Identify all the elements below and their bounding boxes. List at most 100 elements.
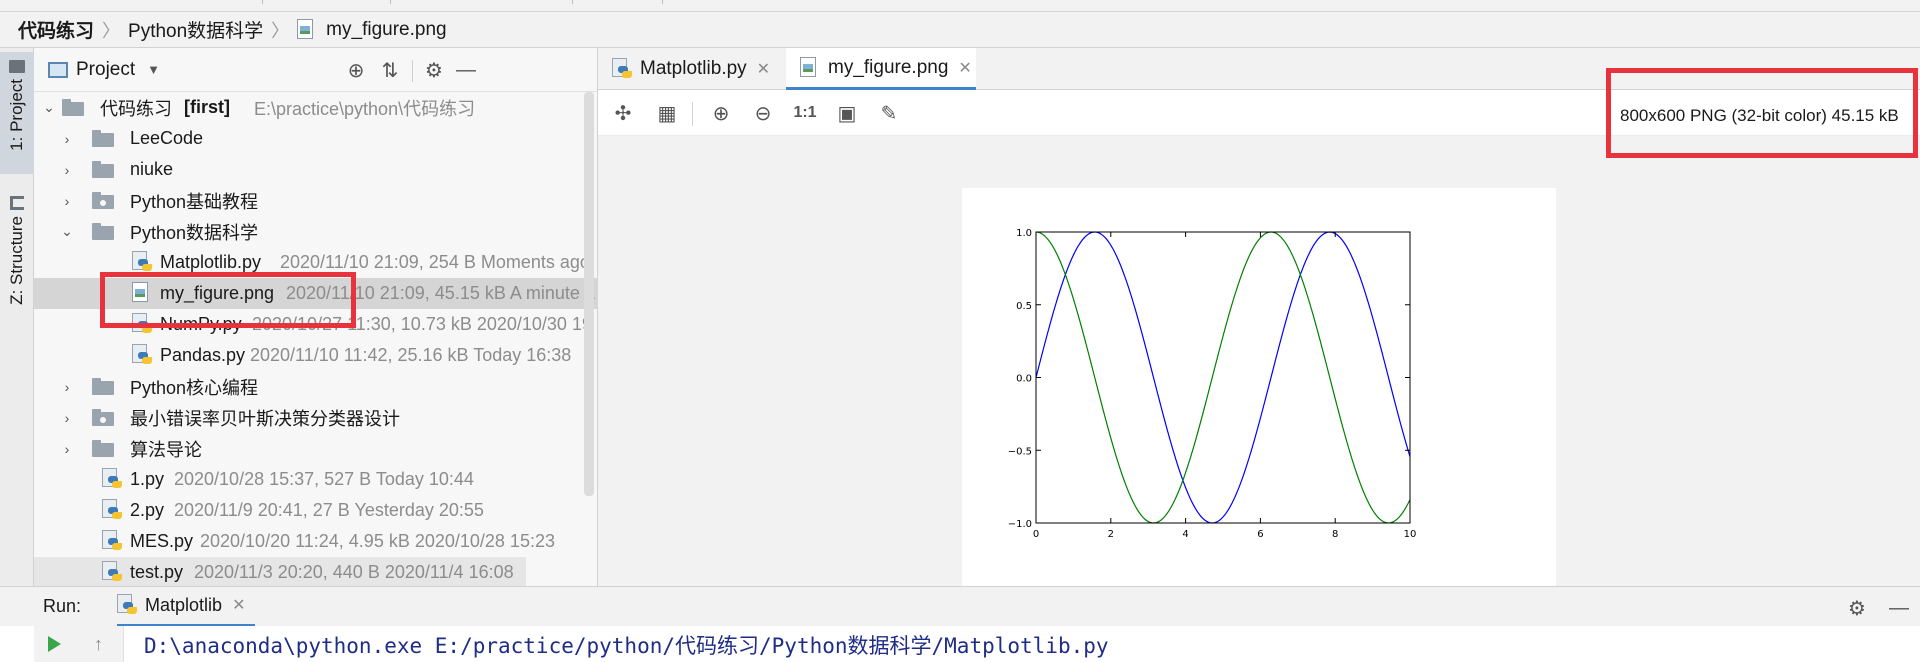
python-file-icon xyxy=(132,344,152,366)
folder-icon xyxy=(92,378,114,395)
fit-to-window-icon[interactable]: ✣ xyxy=(610,100,636,126)
tree-row-folder[interactable]: › Python核心编程 xyxy=(34,371,598,402)
grid-icon[interactable]: ▦ xyxy=(654,100,680,126)
minimize-icon[interactable]: — xyxy=(454,58,478,82)
x-tick-label: 4 xyxy=(1182,529,1188,540)
tab-label: Matplotlib.py xyxy=(640,58,747,79)
image-file-icon xyxy=(800,56,820,79)
actual-size-button[interactable]: 1:1 xyxy=(792,100,818,126)
tree-item-label: Python核心编程 xyxy=(130,377,259,398)
y-tick-label: 0.0 xyxy=(1016,374,1032,385)
chevron-right-icon[interactable]: › xyxy=(60,162,74,178)
breadcrumb-item[interactable]: Python数据科学 xyxy=(128,16,263,43)
tab-matplotlib[interactable]: Matplotlib.py ✕ xyxy=(598,48,784,90)
color-picker-icon[interactable]: ✎ xyxy=(876,100,902,126)
tree-item-label: LeeCode xyxy=(130,128,204,148)
python-file-icon xyxy=(102,561,122,583)
folder-icon xyxy=(92,161,114,178)
project-panel-title[interactable]: Project xyxy=(76,59,135,81)
chevron-right-icon[interactable]: › xyxy=(60,131,74,147)
gear-icon[interactable]: ⚙ xyxy=(422,58,446,82)
locate-icon[interactable]: ⊕ xyxy=(344,58,368,82)
fit-zoom-icon[interactable]: ▣ xyxy=(834,100,860,126)
zoom-out-icon[interactable]: ⊖ xyxy=(750,100,776,126)
close-icon[interactable]: ✕ xyxy=(958,58,971,78)
breadcrumb-item[interactable]: my_figure.png xyxy=(297,18,447,41)
package-folder-icon xyxy=(92,409,114,426)
breadcrumb-item[interactable]: 代码练习 xyxy=(18,16,94,43)
run-label: Run: xyxy=(43,596,82,616)
tree-row-folder[interactable]: › 算法导论 xyxy=(34,433,598,464)
chevron-down-icon[interactable]: ⌄ xyxy=(60,223,74,239)
tree-item-label: 1.py xyxy=(130,469,165,489)
image-file-icon xyxy=(297,18,317,41)
minimize-icon[interactable]: — xyxy=(1886,595,1912,621)
chevron-right-icon[interactable]: › xyxy=(60,379,74,395)
gear-icon[interactable]: ⚙ xyxy=(1844,595,1870,621)
project-scrollbar[interactable] xyxy=(584,92,594,496)
folder-icon xyxy=(62,99,84,116)
tree-item-label: Python基础教程 xyxy=(130,191,259,212)
highlight-box xyxy=(100,272,356,328)
chevron-down-icon[interactable]: ▼ xyxy=(147,62,160,77)
console-command-line: D:\anaconda\python.exe E:/practice/pytho… xyxy=(144,634,1109,658)
zoom-in-icon[interactable]: ⊕ xyxy=(708,100,734,126)
tree-row-package[interactable]: › Python基础教程 xyxy=(34,185,598,216)
x-tick-label: 8 xyxy=(1332,529,1338,540)
play-icon[interactable] xyxy=(48,636,61,652)
line-chart: 0 2 4 6 8 10 1.0 0.5 0.0 −0.5 −1.0 xyxy=(962,188,1556,634)
tree-row-package[interactable]: › 最小错误率贝叶斯决策分类器设计 xyxy=(34,402,598,433)
tree-row-file[interactable]: Pandas.py 2020/11/10 11:42, 25.16 kB Tod… xyxy=(34,340,598,371)
tree-item-meta: 2020/11/3 20:20, 440 B 2020/11/4 16:08 xyxy=(194,562,514,582)
breadcrumb-separator-icon: 〉 xyxy=(102,20,121,41)
tree-item-label: 2.py xyxy=(130,500,165,520)
tree-row-folder[interactable]: › niuke xyxy=(34,154,598,185)
breadcrumb-item-label: my_figure.png xyxy=(326,18,447,40)
python-file-icon xyxy=(612,58,632,80)
python-file-icon xyxy=(102,468,122,490)
tree-row-folder[interactable]: › LeeCode xyxy=(34,123,598,154)
tab-label: my_figure.png xyxy=(828,56,949,78)
run-panel-header: Run: Matplotlib ✕ ⚙ — xyxy=(0,586,1920,627)
python-file-icon xyxy=(102,530,122,552)
chevron-right-icon[interactable]: › xyxy=(60,441,74,457)
tab-my-figure[interactable]: my_figure.png ✕ xyxy=(786,48,976,90)
structure-icon xyxy=(10,196,24,210)
folder-icon xyxy=(9,60,25,73)
run-tab-matplotlib[interactable]: Matplotlib ✕ xyxy=(117,587,256,627)
chevron-right-icon[interactable]: › xyxy=(60,410,74,426)
tree-item-label: niuke xyxy=(130,159,174,179)
chevron-right-icon[interactable]: › xyxy=(60,193,74,209)
folder-icon xyxy=(92,223,114,240)
top-toolbar-strip xyxy=(0,0,1920,12)
toolbar-divider xyxy=(692,102,693,126)
tool-window-project-tab[interactable]: 1: Project xyxy=(0,52,34,174)
close-icon[interactable]: ✕ xyxy=(757,59,770,79)
tree-item-meta: 2020/11/9 20:41, 27 B Yesterday 20:55 xyxy=(174,500,484,520)
arrow-up-icon[interactable]: ↑ xyxy=(94,634,103,655)
tree-item-tag: [first] xyxy=(184,97,230,117)
tree-item-label: Matplotlib.py xyxy=(160,252,262,272)
x-tick-label: 2 xyxy=(1108,529,1114,540)
collapse-all-icon[interactable]: ⇅ xyxy=(378,58,402,82)
header-divider xyxy=(412,60,413,82)
close-icon[interactable]: ✕ xyxy=(232,595,245,615)
image-canvas: 0 2 4 6 8 10 1.0 0.5 0.0 −0.5 −1.0 xyxy=(598,136,1920,634)
tree-row-root[interactable]: ⌄ 代码练习 [first] E:\practice\python\代码练习 xyxy=(34,92,598,123)
tree-row-file[interactable]: 1.py 2020/10/28 15:37, 527 B Today 10:44 xyxy=(34,464,598,495)
python-file-icon xyxy=(102,499,122,521)
tree-row-file[interactable]: test.py 2020/11/3 20:20, 440 B 2020/11/4… xyxy=(34,557,526,588)
tool-window-structure-tab[interactable]: Z: Structure xyxy=(0,188,34,318)
ide-window: 代码练习 〉 Python数据科学 〉 my_figure.png 1: Pro… xyxy=(0,0,1920,662)
tree-row-file[interactable]: 2.py 2020/11/9 20:41, 27 B Yesterday 20:… xyxy=(34,495,598,526)
tree-item-label: Python数据科学 xyxy=(130,222,259,243)
tree-row-folder[interactable]: ⌄ Python数据科学 xyxy=(34,216,598,247)
tree-row-file[interactable]: MES.py 2020/10/20 11:24, 4.95 kB 2020/10… xyxy=(34,526,598,557)
breadcrumb: 代码练习 〉 Python数据科学 〉 my_figure.png xyxy=(0,12,1920,48)
tree-item-meta: 2020/11/10 11:42, 25.16 kB Today 16:38 xyxy=(250,345,572,365)
breadcrumb-separator-icon: 〉 xyxy=(271,20,290,41)
package-folder-icon xyxy=(92,192,114,209)
tree-item-label: test.py xyxy=(130,562,184,582)
chevron-down-icon[interactable]: ⌄ xyxy=(42,99,56,115)
x-tick-label: 6 xyxy=(1257,529,1263,540)
